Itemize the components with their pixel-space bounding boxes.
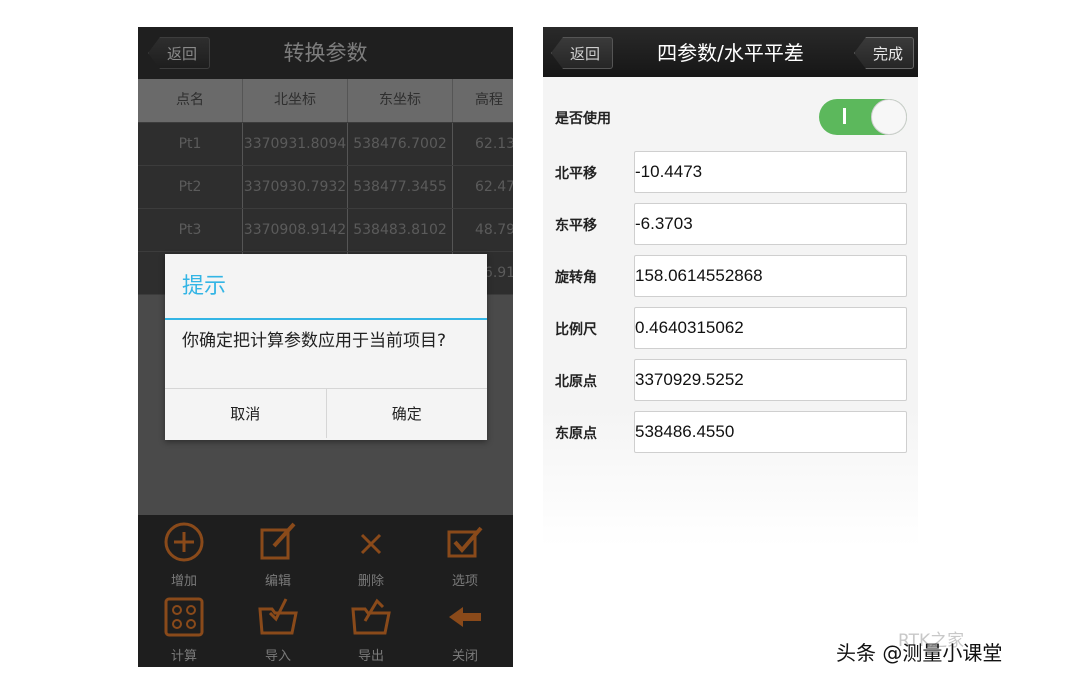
- screenshot-stage: 转换参数 返回 点名 北坐标 东坐标 高程 Pt1 3370931.8094 5…: [0, 0, 1080, 687]
- confirm-button[interactable]: 确定: [325, 389, 488, 438]
- right-header: 四参数/水平平差 返回 完成: [543, 27, 918, 77]
- calculate-button[interactable]: 计算: [149, 595, 219, 664]
- east-origin-input[interactable]: 538486.4550: [634, 411, 907, 453]
- table-cell: 538477.3455: [348, 166, 453, 208]
- use-toggle-switch[interactable]: [819, 99, 907, 135]
- add-button[interactable]: 增加: [149, 520, 219, 589]
- scale-input[interactable]: 0.4640315062: [634, 307, 907, 349]
- scale-label: 比例尺: [555, 322, 597, 338]
- column-header-height: 高程: [475, 92, 503, 108]
- dialog-title: 提示: [165, 254, 487, 320]
- right-back-button[interactable]: 返回: [551, 37, 614, 69]
- table-cell: 3370908.9142: [243, 209, 348, 251]
- right-phone-screen: 四参数/水平平差 返回 完成 是否使用 北平移 -10.4473 东平移 -6.…: [543, 27, 918, 667]
- export-button[interactable]: 导出: [336, 595, 406, 664]
- arrow-left-icon: [449, 607, 481, 627]
- column-header-east: 东坐标: [348, 79, 453, 122]
- toggle-on-mark: [843, 108, 846, 124]
- rotation-input[interactable]: 158.0614552868: [634, 255, 907, 297]
- column-header-north: 北坐标: [243, 79, 348, 122]
- table-cell: 62.47: [475, 179, 513, 195]
- dialog-button-bar: 取消 确定: [165, 388, 487, 438]
- table-cell: Pt1: [138, 123, 243, 165]
- edit-label: 编辑: [264, 574, 291, 589]
- delete-label: 删除: [357, 574, 384, 589]
- table-header-row: 点名 北坐标 东坐标 高程: [138, 79, 513, 123]
- edit-button[interactable]: 编辑: [243, 520, 313, 589]
- checkbox-icon: [447, 526, 483, 558]
- north-origin-input[interactable]: 3370929.5252: [634, 359, 907, 401]
- use-toggle-row: 是否使用: [555, 99, 907, 135]
- delete-button[interactable]: 删除: [336, 520, 406, 589]
- close-label: 关闭: [451, 649, 478, 664]
- left-phone-screen: 转换参数 返回 点名 北坐标 东坐标 高程 Pt1 3370931.8094 5…: [138, 27, 513, 667]
- north-shift-input[interactable]: -10.4473: [634, 151, 907, 193]
- left-header: 转换参数 返回: [138, 27, 513, 79]
- plus-circle-icon: [164, 522, 204, 562]
- options-label: 选项: [451, 574, 478, 589]
- import-button[interactable]: 导入: [243, 595, 313, 664]
- bottom-toolbar: 增加 编辑 删除 选项 计算 导入 导出 关闭: [138, 515, 513, 667]
- table-cell: Pt2: [138, 166, 243, 208]
- east-origin-label: 东原点: [555, 426, 597, 442]
- scale-row: 比例尺 0.4640315062: [555, 307, 907, 349]
- rotation-label: 旋转角: [555, 270, 597, 286]
- north-shift-label: 北平移: [555, 166, 597, 182]
- calculator-icon: [164, 597, 204, 637]
- east-shift-input[interactable]: -6.3703: [634, 203, 907, 245]
- east-shift-row: 东平移 -6.3703: [555, 203, 907, 245]
- north-shift-row: 北平移 -10.4473: [555, 151, 907, 193]
- table-row[interactable]: Pt1 3370931.8094 538476.7002 62.13: [138, 123, 513, 166]
- east-origin-row: 东原点 538486.4550: [555, 411, 907, 453]
- add-label: 增加: [170, 574, 197, 589]
- use-label: 是否使用: [555, 111, 611, 127]
- import-label: 导入: [264, 649, 291, 664]
- edit-icon: [260, 522, 296, 560]
- table-cell: 3370930.7932: [243, 166, 348, 208]
- north-origin-row: 北原点 3370929.5252: [555, 359, 907, 401]
- rotation-row: 旋转角 158.0614552868: [555, 255, 907, 297]
- import-folder-icon: [258, 598, 298, 635]
- watermark-text: 头条 @测量小课堂: [836, 641, 1003, 665]
- table-cell: Pt3: [138, 209, 243, 251]
- delete-x-icon: [360, 533, 382, 555]
- toggle-knob: [871, 99, 907, 135]
- cancel-button[interactable]: 取消: [165, 389, 326, 438]
- dialog-message: 你确定把计算参数应用于当前项目?: [182, 331, 447, 351]
- column-header-name: 点名: [138, 79, 243, 122]
- table-cell: 538476.7002: [348, 123, 453, 165]
- close-button[interactable]: 关闭: [430, 595, 500, 664]
- table-cell: 62.13: [475, 136, 513, 152]
- calculate-label: 计算: [170, 649, 197, 664]
- table-cell: 3370931.8094: [243, 123, 348, 165]
- north-origin-label: 北原点: [555, 374, 597, 390]
- table-row[interactable]: Pt2 3370930.7932 538477.3455 62.47: [138, 166, 513, 209]
- options-button[interactable]: 选项: [430, 520, 500, 589]
- export-folder-icon: [351, 598, 391, 635]
- table-cell: 48.79: [475, 222, 513, 238]
- table-row[interactable]: Pt3 3370908.9142 538483.8102 48.79: [138, 209, 513, 252]
- confirm-dialog: 提示 你确定把计算参数应用于当前项目? 取消 确定: [165, 254, 487, 440]
- left-back-button[interactable]: 返回: [148, 37, 211, 69]
- done-button[interactable]: 完成: [853, 37, 914, 69]
- east-shift-label: 东平移: [555, 218, 597, 234]
- export-label: 导出: [357, 649, 384, 664]
- table-cell: 538483.8102: [348, 209, 453, 251]
